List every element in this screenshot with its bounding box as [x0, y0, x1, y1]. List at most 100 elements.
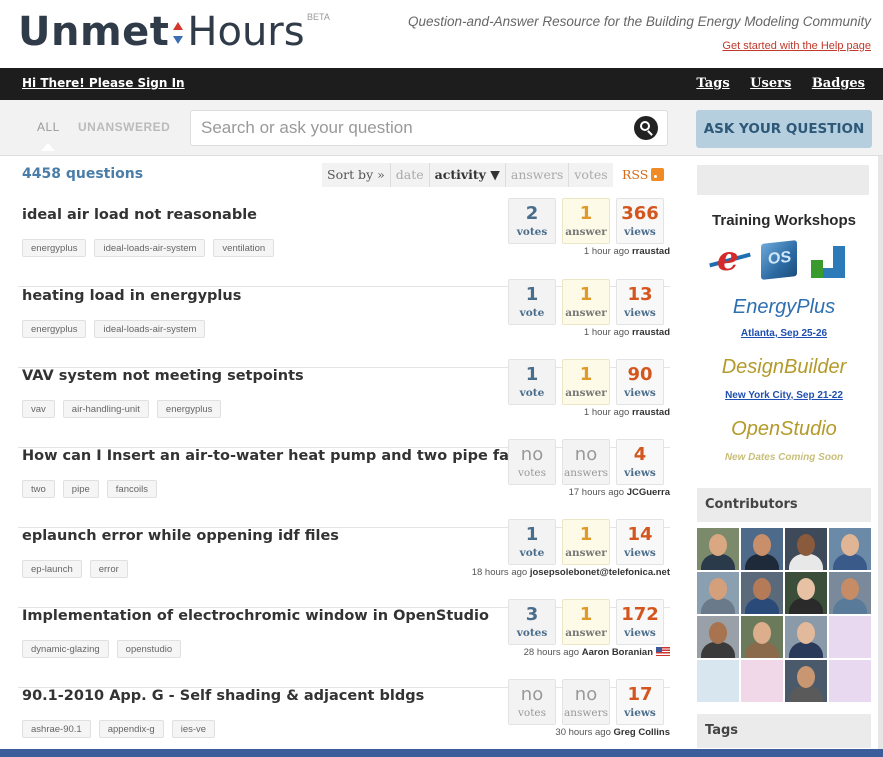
contributor-avatar[interactable] [741, 616, 783, 658]
tag[interactable]: ashrae-90.1 [22, 720, 91, 738]
tag[interactable]: ideal-loads-air-system [94, 320, 206, 338]
sort-activity[interactable]: activity ▼ [428, 163, 505, 187]
question-user[interactable]: rraustad [632, 246, 670, 257]
scrollbar-track[interactable] [878, 156, 883, 749]
designbuilder-logo-icon[interactable] [811, 246, 847, 278]
program-energyplus[interactable]: EnergyPlus [695, 296, 873, 319]
answers-label: answer [565, 226, 607, 238]
contributor-avatar[interactable] [697, 572, 739, 614]
contributor-avatar[interactable] [697, 616, 739, 658]
question-time: 1 hour ago [583, 407, 630, 418]
tag[interactable]: ep-launch [22, 560, 82, 578]
question-title[interactable]: 90.1-2010 App. G - Self shading & adjace… [22, 688, 424, 704]
tab-all[interactable]: ALL [37, 120, 60, 134]
logo-arrows-icon [171, 19, 185, 49]
views-number: 172 [621, 604, 659, 625]
question-title[interactable]: Implementation of electrochromic window … [22, 608, 489, 624]
answers-label: answer [565, 387, 607, 399]
tag[interactable]: pipe [62, 480, 99, 498]
contributor-avatar[interactable] [741, 572, 783, 614]
contributor-avatar[interactable] [741, 528, 783, 570]
sort-answers[interactable]: answers [504, 163, 568, 187]
program-designbuilder[interactable]: DesignBuilder [695, 356, 873, 379]
contributor-avatar[interactable] [785, 528, 827, 570]
search-icon[interactable] [634, 116, 658, 140]
question-title[interactable]: ideal air load not reasonable [22, 207, 257, 223]
search-input[interactable]: Search or ask your question [190, 110, 668, 146]
tag[interactable]: error [89, 560, 128, 578]
contributor-avatar[interactable] [785, 616, 827, 658]
answers-count: 1 answer [562, 359, 610, 405]
identicon-avatar[interactable] [829, 616, 871, 658]
votes-count: 1 vote [508, 519, 556, 565]
tag[interactable]: vav [22, 400, 55, 418]
tag[interactable]: energyplus [156, 400, 222, 418]
question-title[interactable]: VAV system not meeting setpoints [22, 368, 304, 384]
question-title[interactable]: How can I Insert an air-to-water heat pu… [22, 448, 556, 464]
top-nav-bar: Hi There! Please Sign In Tags Users Badg… [0, 68, 883, 100]
sign-in-link[interactable]: Hi There! Please Sign In [22, 76, 185, 90]
question-time: 17 hours ago [568, 487, 625, 498]
energyplus-logo-icon[interactable]: e [709, 240, 751, 278]
views-number: 14 [627, 524, 653, 545]
answers-label: answer [565, 627, 607, 639]
program-designbuilder-detail[interactable]: New York City, Sep 21-22 [695, 390, 873, 401]
question-user[interactable]: JCGuerra [627, 487, 670, 498]
views-count: 172 views [616, 599, 664, 645]
sidebar-banner [697, 165, 869, 195]
bottom-strip [0, 749, 883, 757]
question-time: 30 hours ago [555, 727, 611, 738]
question-user[interactable]: rraustad [632, 407, 670, 418]
tag[interactable]: ideal-loads-air-system [94, 239, 206, 257]
tag[interactable]: energyplus [22, 239, 87, 257]
question-tags: energyplus ideal-loads-air-system [22, 317, 213, 338]
votes-count: 1 vote [508, 359, 556, 405]
question-title[interactable]: eplaunch error while oppening idf files [22, 528, 339, 544]
question-user[interactable]: josepsolebonet@telefonica.net [530, 567, 670, 578]
contributor-avatar[interactable] [829, 528, 871, 570]
ask-question-button[interactable]: ASK YOUR QUESTION [696, 110, 872, 148]
openstudio-logo-icon[interactable]: OS [761, 240, 797, 280]
views-label: views [624, 467, 656, 479]
nav-users-link[interactable]: Users [750, 76, 791, 91]
question-row: eplaunch error while oppening idf files e… [0, 519, 680, 608]
sort-date[interactable]: date [389, 163, 429, 187]
contributor-avatar[interactable] [785, 660, 827, 702]
tag[interactable]: air-handling-unit [62, 400, 149, 418]
site-logo[interactable]: Unmet Hours [18, 6, 305, 58]
question-user[interactable]: Aaron Boranian [582, 647, 653, 658]
contributor-avatar[interactable] [829, 572, 871, 614]
tag[interactable]: energyplus [22, 320, 87, 338]
question-user[interactable]: Greg Collins [614, 727, 670, 738]
identicon-avatar[interactable] [697, 660, 739, 702]
votes-label: vote [519, 547, 545, 559]
sort-votes[interactable]: votes [568, 163, 612, 187]
answers-number: no [574, 444, 598, 465]
question-user[interactable]: rraustad [632, 327, 670, 338]
tab-unanswered[interactable]: UNANSWERED [78, 120, 170, 134]
contributor-avatar[interactable] [785, 572, 827, 614]
nav-badges-link[interactable]: Badges [812, 76, 865, 91]
identicon-avatar[interactable] [741, 660, 783, 702]
program-energyplus-detail[interactable]: Atlanta, Sep 25-26 [695, 328, 873, 339]
rss-link[interactable]: RSS [622, 163, 665, 187]
contributors-grid [697, 528, 871, 704]
question-title[interactable]: heating load in energyplus [22, 288, 241, 304]
tag[interactable]: appendix-g [98, 720, 164, 738]
tag[interactable]: dynamic-glazing [22, 640, 109, 658]
tag[interactable]: ies-ve [171, 720, 216, 738]
question-time: 1 hour ago [583, 246, 630, 257]
contributor-avatar[interactable] [697, 528, 739, 570]
tag[interactable]: fancoils [106, 480, 157, 498]
training-logos: e OS [705, 240, 865, 280]
identicon-avatar[interactable] [829, 660, 871, 702]
tag[interactable]: ventilation [213, 239, 275, 257]
views-count: 14 views [616, 519, 664, 565]
sort-bar: Sort by » date activity ▼ answers votes [322, 163, 613, 187]
help-page-link[interactable]: Get started with the Help page [722, 40, 871, 52]
tag[interactable]: openstudio [116, 640, 182, 658]
views-label: views [624, 707, 656, 719]
tag[interactable]: two [22, 480, 55, 498]
program-openstudio[interactable]: OpenStudio [695, 418, 873, 441]
nav-tags-link[interactable]: Tags [696, 76, 729, 91]
